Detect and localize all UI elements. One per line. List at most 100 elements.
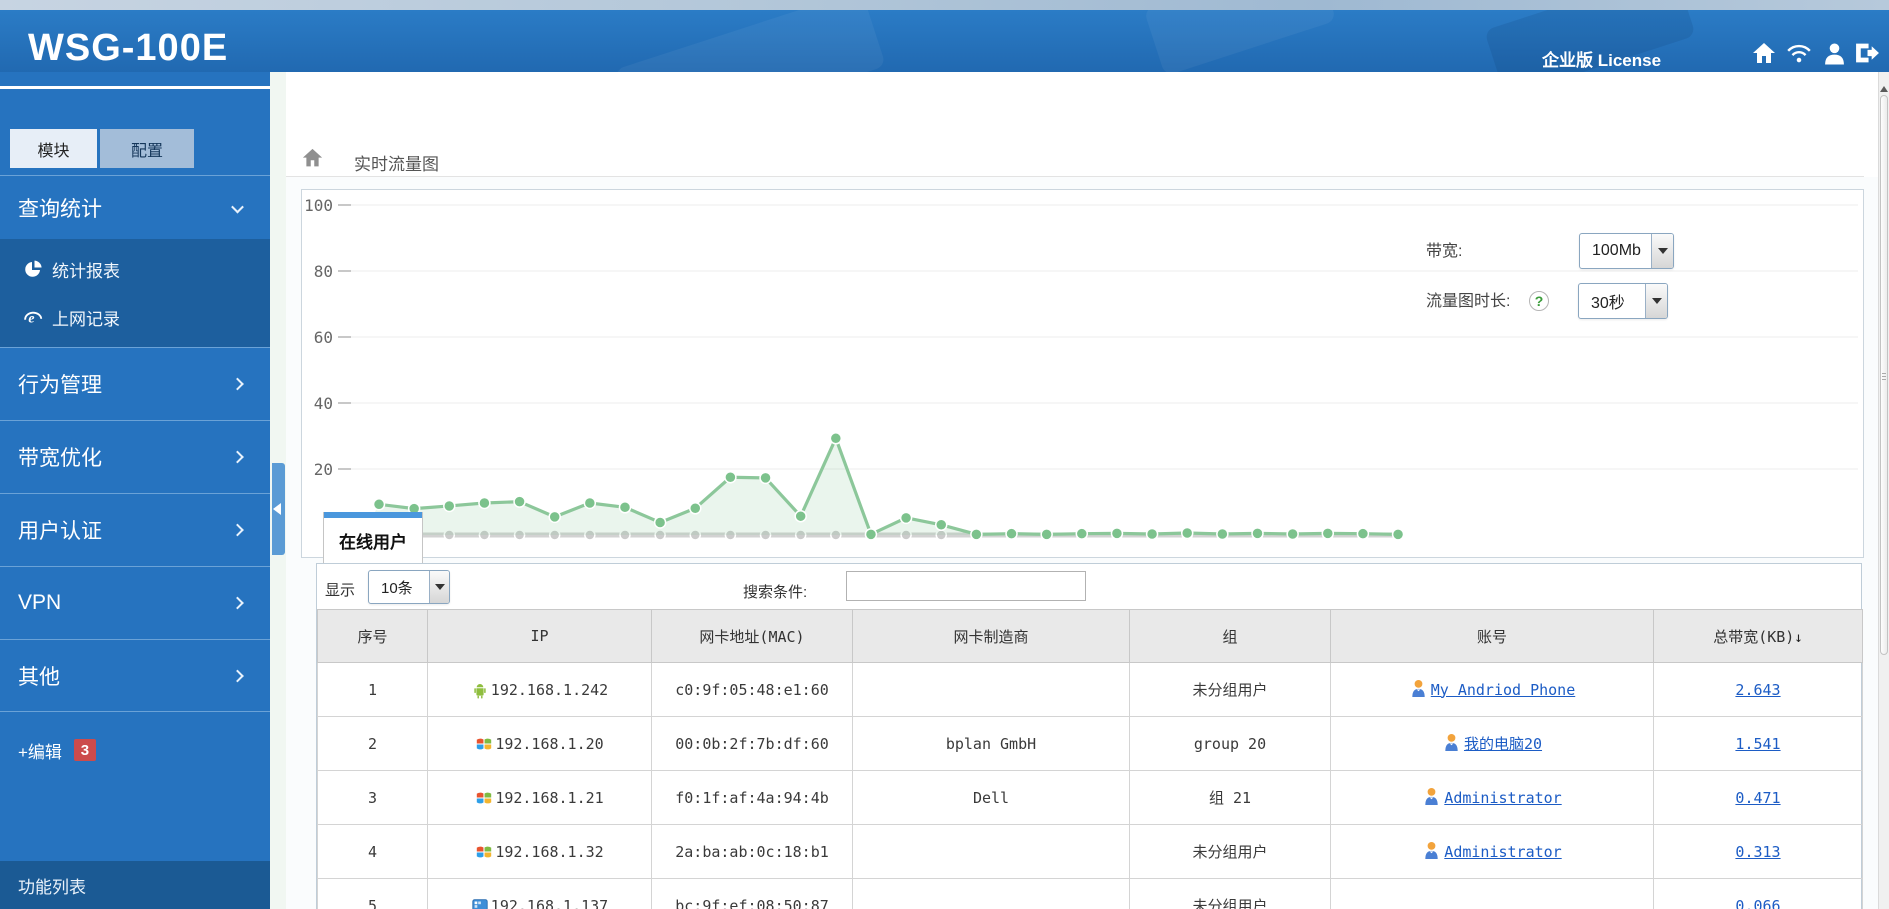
page-size-value: 10条 xyxy=(381,579,413,597)
cell-vendor xyxy=(852,878,1130,909)
column-header-序号[interactable]: 序号 xyxy=(317,609,428,663)
tab-config[interactable]: 配置 xyxy=(100,129,194,168)
column-header-IP[interactable]: IP xyxy=(427,609,652,663)
edit-count-badge: 3 xyxy=(73,739,96,761)
table-row: 2 192.168.1.20 00:0b:2f:7b:df:60 bplan GmbH… xyxy=(317,716,1863,771)
cell-bandwidth: 2.643 xyxy=(1653,662,1863,717)
bandwidth-link[interactable]: 0.313 xyxy=(1735,843,1780,861)
svg-text:e: e xyxy=(28,311,34,326)
traffic-data-point xyxy=(618,501,632,514)
sidebar-submenu: 统计报表 e 上网记录 xyxy=(0,239,270,347)
sidebar-item-VPN[interactable]: VPN xyxy=(0,566,270,639)
cell-index: 5 xyxy=(317,878,428,909)
sidebar-item-label: 其他 xyxy=(18,665,60,689)
account-link[interactable]: My Andriod Phone xyxy=(1431,681,1576,699)
sidebar-item-行为管理[interactable]: 行为管理 xyxy=(0,347,270,420)
traffic-data-point xyxy=(1391,528,1405,541)
traffic-data-point xyxy=(1321,527,1335,540)
online-users-table: 序号 IP 网卡地址(MAC) 网卡制造商组账号 总带宽(KB)↓ 1 192.168.1… xyxy=(317,609,1863,909)
cell-account: Administrator xyxy=(1330,824,1654,879)
sidebar-item-用户认证[interactable]: 用户认证 xyxy=(0,493,270,566)
column-header-账号[interactable]: 账号 xyxy=(1330,609,1654,663)
traffic-data-point xyxy=(548,510,561,524)
dropdown-arrow-icon[interactable] xyxy=(1645,284,1667,318)
cell-mac: bc:9f:ef:08:50:87 xyxy=(651,878,853,909)
logout-icon[interactable] xyxy=(1854,41,1880,65)
submenu-item-上网记录[interactable]: e 上网记录 xyxy=(0,293,270,341)
sidebar-collapse-handle[interactable] xyxy=(272,463,285,555)
sidebar-item-label: 带宽优化 xyxy=(18,447,102,470)
sidebar-footer-function-list[interactable]: 功能列表 xyxy=(0,861,270,909)
bandwidth-select[interactable]: 100Mb xyxy=(1579,233,1674,269)
y-axis-label: 80 xyxy=(314,262,333,281)
chevron-right-icon xyxy=(231,377,244,391)
cell-account: My Andriod Phone xyxy=(1330,662,1654,717)
traffic-data-point xyxy=(794,509,807,523)
chevron-right-icon xyxy=(231,669,244,682)
tab-modules[interactable]: 模块 xyxy=(10,129,97,168)
search-input[interactable] xyxy=(846,571,1086,601)
user-icon[interactable] xyxy=(1823,41,1846,65)
header-decoration xyxy=(614,10,886,72)
sidebar-item-查询统计[interactable]: 查询统计 xyxy=(0,175,270,239)
wifi-icon[interactable] xyxy=(1786,41,1812,65)
home-icon[interactable] xyxy=(1752,41,1776,65)
column-header-网卡地址(MAC)[interactable]: 网卡地址(MAC) xyxy=(651,609,853,663)
question-icon[interactable]: ? xyxy=(1529,291,1549,311)
y-axis-label: 60 xyxy=(314,328,333,347)
bandwidth-link[interactable]: 0.471 xyxy=(1735,789,1780,807)
cell-vendor xyxy=(852,824,1130,879)
column-header-总带宽(KB)[interactable]: 总带宽(KB)↓ xyxy=(1653,609,1863,663)
scrollbar-up-arrow-icon[interactable] xyxy=(1880,86,1888,92)
ip-address: 192.168.1.32 xyxy=(495,842,604,861)
dropdown-arrow-icon[interactable] xyxy=(1651,234,1673,268)
cell-index: 1 xyxy=(317,662,428,717)
cell-bandwidth: 1.541 xyxy=(1653,716,1863,771)
traffic-data-point xyxy=(899,511,913,525)
ie-browser-icon: e xyxy=(22,307,44,327)
bandwidth-link[interactable]: 2.643 xyxy=(1735,681,1780,699)
y-axis-label: 20 xyxy=(314,460,333,479)
pie-chart-icon xyxy=(22,259,44,279)
traffic-data-point xyxy=(1251,527,1264,540)
account-link[interactable]: Administrator xyxy=(1444,789,1561,807)
sidebar-item-其他[interactable]: 其他 xyxy=(0,639,270,712)
cell-vendor: bplan GmbH xyxy=(852,716,1130,771)
duration-select-value: 30秒 xyxy=(1591,295,1625,312)
search-label: 搜索条件: xyxy=(743,584,808,601)
sidebar-edit-button[interactable]: +编辑 3 xyxy=(18,738,270,762)
traffic-series-area xyxy=(363,438,1399,535)
sidebar-tabs: 模块 配置 xyxy=(10,129,270,168)
page-scrollbar[interactable] xyxy=(1878,72,1889,909)
column-header-网卡制造商[interactable]: 网卡制造商 xyxy=(852,609,1130,663)
breadcrumb-home-icon[interactable] xyxy=(302,148,323,168)
ip-address: 192.168.1.21 xyxy=(495,788,604,807)
traffic-data-point xyxy=(1180,526,1194,540)
sidebar-item-带宽优化[interactable]: 带宽优化 xyxy=(0,420,270,493)
cell-bandwidth: 0.066 xyxy=(1653,878,1863,909)
account-link[interactable]: 我的电脑20 xyxy=(1464,733,1542,754)
page-size-select[interactable]: 10条 xyxy=(368,570,450,604)
windows-icon xyxy=(475,788,493,807)
tab-online-users[interactable]: 在线用户 xyxy=(323,512,423,563)
submenu-item-label: 统计报表 xyxy=(52,261,120,281)
bandwidth-link[interactable]: 1.541 xyxy=(1735,735,1780,753)
traffic-data-point xyxy=(1216,527,1229,541)
submenu-item-统计报表[interactable]: 统计报表 xyxy=(0,245,270,293)
sidebar-top-line xyxy=(0,86,270,89)
traffic-data-point xyxy=(478,496,491,510)
duration-select[interactable]: 30秒 xyxy=(1578,283,1668,319)
chevron-right-icon xyxy=(231,450,244,464)
scrollbar-thumb[interactable] xyxy=(1880,95,1888,655)
cell-bandwidth: 0.313 xyxy=(1653,824,1863,879)
dropdown-arrow-icon[interactable] xyxy=(429,571,449,603)
sidebar-item-label: VPN xyxy=(18,591,62,614)
traffic-data-point xyxy=(1286,527,1299,541)
column-header-组[interactable]: 组 xyxy=(1129,609,1331,663)
traffic-data-point xyxy=(864,528,878,541)
bandwidth-link[interactable]: 0.066 xyxy=(1735,897,1780,909)
account-link[interactable]: Administrator xyxy=(1444,843,1561,861)
sidebar-item-label: 查询统计 xyxy=(18,197,102,221)
bandwidth-label: 带宽: xyxy=(1426,243,1463,260)
cell-account xyxy=(1330,878,1654,909)
